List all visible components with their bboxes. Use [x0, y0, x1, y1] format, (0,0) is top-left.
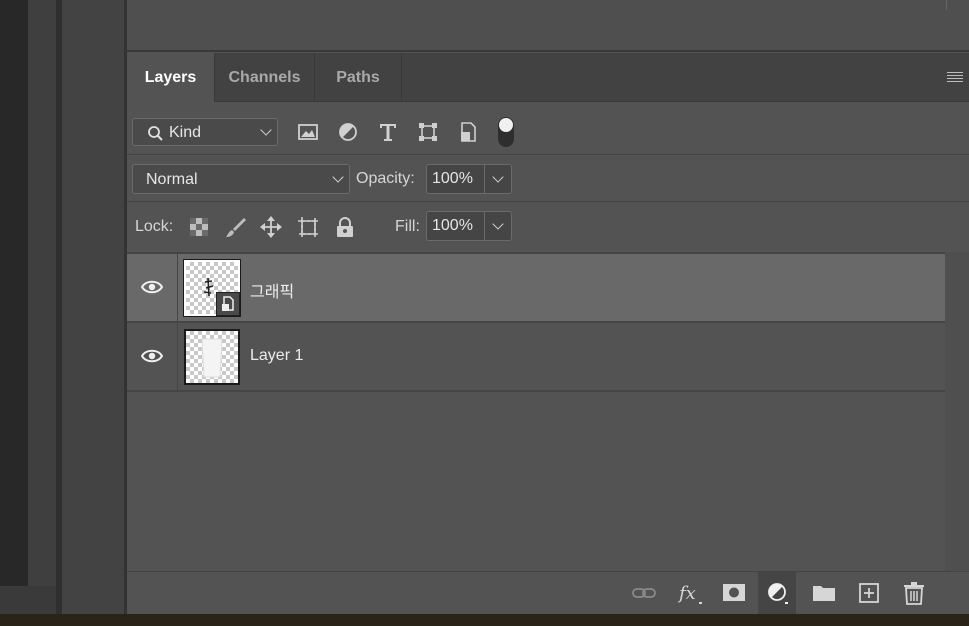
- opacity-field[interactable]: 100%: [426, 164, 512, 194]
- layers-bottom-bar: fx: [127, 571, 969, 615]
- lock-all-icon[interactable]: [334, 216, 356, 238]
- adjustment-filter-icon[interactable]: [337, 121, 359, 143]
- tab-layers[interactable]: Layers: [127, 53, 215, 102]
- blend-mode-value: Normal: [146, 171, 198, 188]
- kind-filter-select[interactable]: Kind: [132, 118, 278, 146]
- layers-panel: Layers Channels Paths Kind Normal Opacit…: [127, 53, 969, 615]
- chevron-down-icon[interactable]: [492, 218, 504, 230]
- chevron-down-icon: [332, 171, 344, 183]
- tab-channels[interactable]: Channels: [215, 53, 315, 101]
- smart-object-badge-icon: [216, 292, 240, 316]
- type-filter-icon[interactable]: [377, 121, 399, 143]
- upper-panel-edge: [946, 0, 947, 10]
- kind-filter-label: Kind: [169, 124, 202, 141]
- left-panel-strip: [28, 0, 56, 614]
- left-toolbar-column: [62, 0, 124, 614]
- smart-object-icon: [222, 296, 234, 311]
- eye-icon[interactable]: [141, 348, 163, 364]
- link-layers-icon[interactable]: [631, 580, 657, 606]
- graphic-thumbnail-icon: [203, 277, 214, 297]
- layer-row-selected[interactable]: 그래픽: [127, 254, 945, 323]
- layer-row[interactable]: Layer 1: [127, 323, 945, 392]
- tab-paths[interactable]: Paths: [315, 53, 402, 101]
- fx-icon[interactable]: fx: [677, 580, 703, 606]
- svg-text:fx: fx: [677, 583, 696, 604]
- layer-thumbnail[interactable]: [184, 329, 240, 385]
- fill-field[interactable]: 100%: [426, 211, 512, 241]
- lock-row: Lock: Fill: 100%: [127, 202, 969, 254]
- fill-label: Fill:: [395, 218, 420, 235]
- search-icon: [148, 126, 163, 141]
- layer-thumbnail[interactable]: [183, 259, 241, 317]
- new-layer-icon[interactable]: [856, 580, 882, 606]
- left-dark-area: [0, 0, 28, 614]
- group-folder-icon[interactable]: [811, 580, 837, 606]
- left-footer: [0, 586, 56, 614]
- image-filter-icon[interactable]: [297, 121, 319, 143]
- layer-filter-row: Kind: [127, 102, 969, 155]
- fill-value: 100%: [432, 217, 473, 234]
- blend-row: Normal Opacity: 100%: [127, 155, 969, 202]
- lock-transparency-icon[interactable]: [188, 216, 210, 238]
- lock-artboard-icon[interactable]: [297, 216, 319, 238]
- blend-mode-select[interactable]: Normal: [132, 164, 350, 194]
- layer-mask-icon[interactable]: [721, 580, 747, 606]
- desktop-background-strip: [0, 614, 969, 626]
- layers-scrollbar[interactable]: [945, 252, 969, 572]
- visibility-cell[interactable]: [127, 254, 178, 321]
- adjustment-layer-icon[interactable]: [764, 580, 790, 606]
- smart-object-filter-icon[interactable]: [457, 121, 479, 143]
- lock-image-pixels-icon[interactable]: [225, 216, 247, 238]
- field-separator: [484, 165, 485, 193]
- opacity-value: 100%: [432, 170, 473, 187]
- trash-icon[interactable]: [901, 580, 927, 606]
- filter-toggle-knob: [499, 118, 513, 132]
- eye-icon[interactable]: [141, 279, 163, 295]
- chevron-down-icon[interactable]: [492, 171, 504, 183]
- field-separator: [484, 212, 485, 240]
- panel-menu-icon[interactable]: [947, 72, 963, 84]
- shape-filter-icon[interactable]: [417, 121, 439, 143]
- opacity-label: Opacity:: [356, 170, 415, 187]
- lock-position-icon[interactable]: [260, 216, 282, 238]
- chevron-down-icon: [260, 124, 272, 136]
- upper-panel: [127, 0, 969, 52]
- layer-name[interactable]: 그래픽: [250, 278, 294, 302]
- layer-name[interactable]: Layer 1: [250, 347, 303, 365]
- panel-tab-bar: Layers Channels Paths: [127, 53, 969, 102]
- lock-label: Lock:: [135, 218, 174, 235]
- paper-thumbnail-icon: [201, 338, 223, 378]
- visibility-cell[interactable]: [127, 323, 178, 390]
